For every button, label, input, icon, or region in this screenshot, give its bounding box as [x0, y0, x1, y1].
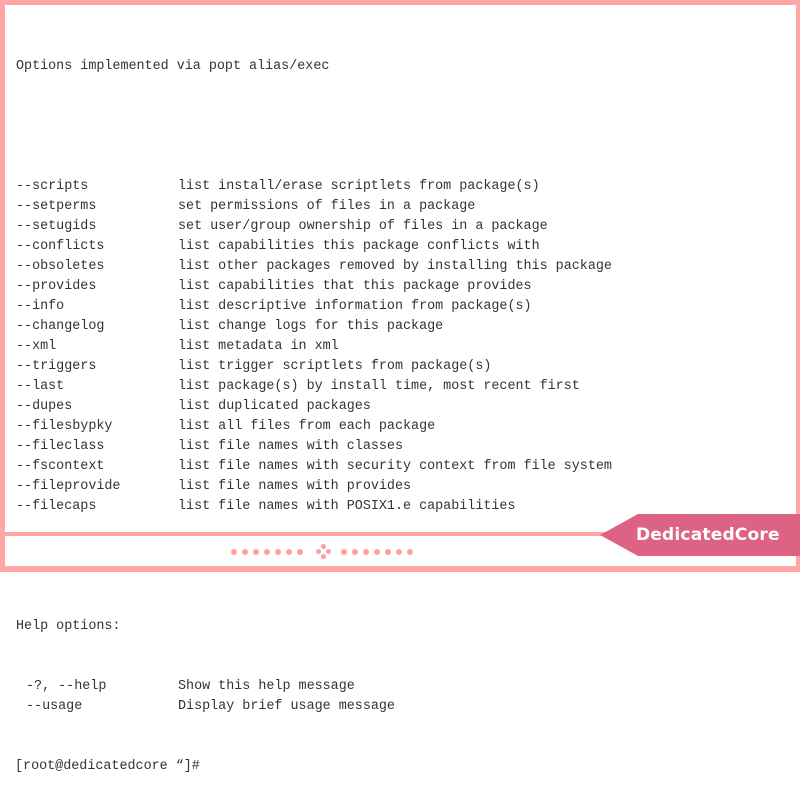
option-flag: --triggers	[16, 359, 97, 374]
option-description: list file names with provides	[178, 479, 412, 494]
option-flag: --conflicts	[16, 239, 105, 254]
option-description: list package(s) by install time, most re…	[178, 379, 580, 394]
decorative-dot	[297, 549, 303, 555]
option-description: list other packages removed by installin…	[178, 259, 612, 274]
shell-prompt[interactable]: [root@dedicatedcore “]#	[15, 757, 786, 777]
option-description: list all files from each package	[178, 419, 436, 434]
decorative-dot	[352, 549, 358, 555]
decorative-dot	[253, 549, 259, 555]
brand-logo-text: DedicatedCore	[636, 525, 780, 545]
help-option-row: -?, --help Show this help message	[16, 677, 786, 697]
option-description: set permissions of files in a package	[178, 199, 476, 214]
options-heading: Options implemented via popt alias/exec	[16, 59, 330, 74]
option-row: --xml list metadata in xml	[16, 337, 786, 357]
option-flag: --fileclass	[16, 439, 105, 454]
option-row: --fileprovide list file names with provid…	[16, 477, 786, 497]
option-description: list descriptive information from packag…	[178, 299, 532, 314]
option-flag: --filecaps	[16, 499, 97, 514]
decorative-dot	[321, 544, 326, 549]
option-row: --last list package(s) by install time, m…	[16, 377, 786, 397]
option-row: --provides list capabilities that this pa…	[16, 277, 786, 297]
option-description: set user/group ownership of files in a p…	[178, 219, 548, 234]
brand-badge: DedicatedCore	[600, 514, 800, 556]
help-heading: Help options:	[16, 619, 121, 634]
option-description: list file names with POSIX1.e capabiliti…	[178, 499, 516, 514]
option-flag: --obsoletes	[16, 259, 105, 274]
option-row: --conflicts list capabilities this packag…	[16, 237, 786, 257]
option-row: --triggers list trigger scriptlets from p…	[16, 357, 786, 377]
option-row: --fileclass list file names with classes	[16, 437, 786, 457]
option-row: --info list descriptive information from …	[16, 297, 786, 317]
option-flag: --fileprovide	[16, 479, 121, 494]
decorative-dot	[264, 549, 270, 555]
help-option-description: Display brief usage message	[178, 699, 395, 714]
option-flag: --provides	[16, 279, 97, 294]
decorative-dot	[326, 549, 331, 554]
option-row: --scripts list install/erase scriptlets f…	[16, 177, 786, 197]
help-option-row: --usage Display brief usage message	[16, 697, 786, 717]
option-flag: --filesbypky	[16, 419, 113, 434]
option-description: list metadata in xml	[178, 339, 339, 354]
help-option-flag: -?, --help	[26, 679, 107, 694]
option-flag: --fscontext	[16, 459, 105, 474]
decorative-dot-divider	[231, 543, 421, 561]
options-list: --scripts list install/erase scriptlets f…	[16, 177, 786, 517]
decorative-dot	[396, 549, 402, 555]
frame-left-border	[0, 0, 5, 572]
decorative-dot	[363, 549, 369, 555]
decorative-dot	[231, 549, 237, 555]
decorative-dot	[374, 549, 380, 555]
option-flag: --scripts	[16, 179, 89, 194]
option-flag: --setugids	[16, 219, 97, 234]
option-description: list capabilities this package conflicts…	[178, 239, 540, 254]
decorative-dot	[316, 549, 321, 554]
option-description: list change logs for this package	[178, 319, 444, 334]
decorative-dot	[385, 549, 391, 555]
decorative-dot	[286, 549, 292, 555]
option-description: list file names with security context fr…	[178, 459, 612, 474]
frame-top-border	[0, 0, 800, 5]
option-description: list duplicated packages	[178, 399, 371, 414]
help-options-list: -?, --help Show this help message --usage D…	[16, 677, 786, 717]
frame-right-border	[796, 0, 800, 572]
option-description: list capabilities that this package prov…	[178, 279, 532, 294]
option-description: list file names with classes	[178, 439, 403, 454]
option-flag: --xml	[16, 339, 57, 354]
decorative-dot	[407, 549, 413, 555]
option-row: --obsoletes list other packages removed b…	[16, 257, 786, 277]
decorative-dot	[321, 554, 326, 559]
option-row: --setugids set user/group ownership of fi…	[16, 217, 786, 237]
terminal-output: Options implemented via popt alias/exec …	[15, 17, 786, 797]
option-flag: --info	[16, 299, 65, 314]
help-option-description: Show this help message	[178, 679, 355, 694]
option-flag: --changelog	[16, 319, 105, 334]
decorative-dot	[341, 549, 347, 555]
help-option-flag: --usage	[26, 699, 83, 714]
option-description: list install/erase scriptlets from packa…	[178, 179, 540, 194]
option-flag: --last	[16, 379, 65, 394]
option-description: list trigger scriptlets from package(s)	[178, 359, 492, 374]
option-row: --changelog list change logs for this pac…	[16, 317, 786, 337]
option-row: --dupes list duplicated packages	[16, 397, 786, 417]
option-flag: --setperms	[16, 199, 97, 214]
option-row: --fscontext list file names with security…	[16, 457, 786, 477]
option-row: --filesbypky list all files from each pac…	[16, 417, 786, 437]
decorative-dot	[242, 549, 248, 555]
decorative-dot	[275, 549, 281, 555]
option-row: --setperms set permissions of files in a …	[16, 197, 786, 217]
option-flag: --dupes	[16, 399, 73, 414]
